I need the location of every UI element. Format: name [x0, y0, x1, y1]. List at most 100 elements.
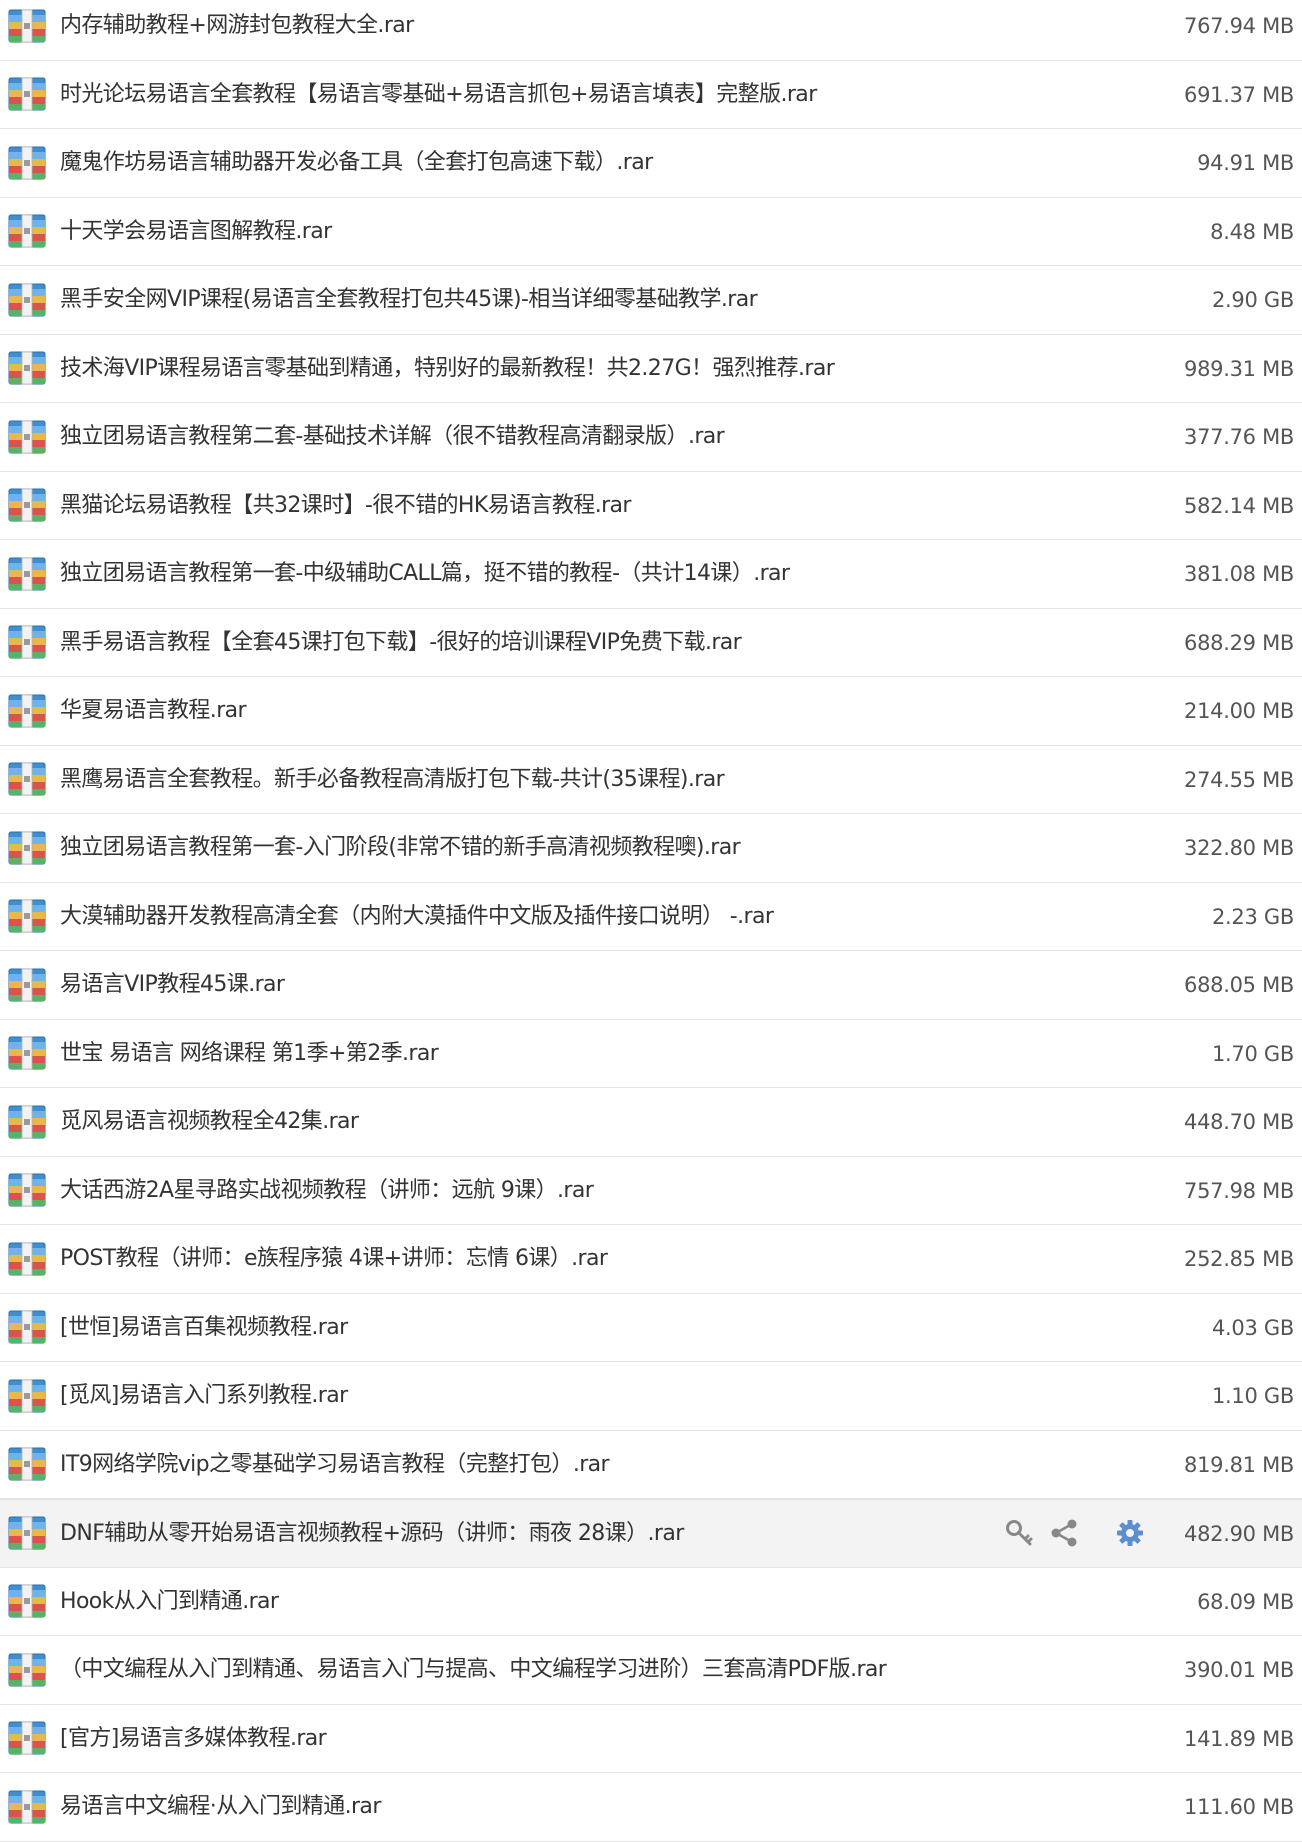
- file-name-link[interactable]: 黑手易语言教程【全套45课打包下载】-很好的培训课程VIP免费下载.rar: [60, 609, 742, 677]
- rar-archive-icon: [8, 9, 46, 43]
- rar-archive-icon: [8, 283, 46, 317]
- file-name-link[interactable]: 觅风易语言视频教程全42集.rar: [60, 1088, 359, 1156]
- rar-archive-icon: [8, 214, 46, 248]
- file-size: 582.14 MB: [1184, 493, 1294, 518]
- file-name-link[interactable]: 世宝 易语言 网络课程 第1季+第2季.rar: [60, 1020, 439, 1088]
- file-row[interactable]: 技术海VIP课程易语言零基础到精通，特别好的最新教程！共2.27G！强烈推荐.r…: [0, 335, 1302, 403]
- file-name-link[interactable]: 黑鹰易语言全套教程。新手必备教程高清版打包下载-共计(35课程).rar: [60, 746, 725, 814]
- file-size: 688.29 MB: [1184, 630, 1294, 655]
- file-name-link[interactable]: IT9网络学院vip之零基础学习易语言教程（完整打包）.rar: [60, 1431, 610, 1499]
- file-size: 141.89 MB: [1184, 1726, 1294, 1751]
- file-size: 757.98 MB: [1184, 1178, 1294, 1203]
- rar-archive-icon: [8, 1447, 46, 1481]
- file-size: 381.08 MB: [1184, 562, 1294, 586]
- file-row[interactable]: 黑猫论坛易语教程【共32课时】-很不错的HK易语言教程.rar 582.14 MB: [0, 472, 1302, 540]
- file-name-link[interactable]: [世恒]易语言百集视频教程.rar: [60, 1294, 348, 1362]
- file-row[interactable]: 易语言中文编程·从入门到精通.rar 111.60 MB: [0, 1773, 1302, 1842]
- rar-archive-icon: [8, 1516, 46, 1550]
- rar-archive-icon: [8, 1310, 46, 1344]
- file-name-link[interactable]: Hook从入门到精通.rar: [60, 1568, 279, 1636]
- rar-archive-icon: [8, 1653, 46, 1687]
- file-name-link[interactable]: 独立团易语言教程第二套-基础技术详解（很不错教程高清翻录版）.rar: [60, 403, 725, 471]
- file-row[interactable]: 易语言VIP教程45课.rar 688.05 MB: [0, 951, 1302, 1020]
- file-name-link[interactable]: 魔鬼作坊易语言辅助器开发必备工具（全套打包高速下载）.rar: [60, 129, 653, 197]
- rar-archive-icon: [8, 557, 46, 591]
- file-size: 688.05 MB: [1184, 973, 1294, 997]
- rar-archive-icon: [8, 1036, 46, 1070]
- rar-archive-icon: [8, 420, 46, 454]
- file-row[interactable]: 独立团易语言教程第一套-入门阶段(非常不错的新手高清视频教程噢).rar 322.…: [0, 814, 1302, 883]
- rar-archive-icon: [8, 1790, 46, 1824]
- file-row[interactable]: [觅风]易语言入门系列教程.rar 1.10 GB: [0, 1362, 1302, 1431]
- file-name-link[interactable]: （中文编程从入门到精通、易语言入门与提高、中文编程学习进阶）三套高清PDF版.r…: [60, 1636, 887, 1704]
- file-name-link[interactable]: 十天学会易语言图解教程.rar: [60, 198, 332, 266]
- file-row[interactable]: 独立团易语言教程第二套-基础技术详解（很不错教程高清翻录版）.rar 377.76…: [0, 403, 1302, 472]
- file-name-link[interactable]: 易语言中文编程·从入门到精通.rar: [60, 1773, 381, 1841]
- rar-archive-icon: [8, 899, 46, 933]
- file-name-link[interactable]: [官方]易语言多媒体教程.rar: [60, 1705, 327, 1773]
- file-row[interactable]: POST教程（讲师：e族程序猿 4课+讲师：忘情 6课）.rar 252.85 M…: [0, 1225, 1302, 1294]
- file-row[interactable]: 大话西游2A星寻路实战视频教程（讲师：远航 9课）.rar 757.98 MB: [0, 1157, 1302, 1225]
- file-row[interactable]: 魔鬼作坊易语言辅助器开发必备工具（全套打包高速下载）.rar 94.91 MB: [0, 129, 1302, 198]
- file-name-link[interactable]: 华夏易语言教程.rar: [60, 677, 247, 745]
- file-name-link[interactable]: [觅风]易语言入门系列教程.rar: [60, 1362, 348, 1430]
- file-row[interactable]: 内存辅助教程+网游封包教程大全.rar 767.94 MB: [0, 0, 1302, 61]
- key-icon[interactable]: [1003, 1516, 1037, 1550]
- rar-archive-icon: [8, 146, 46, 180]
- file-size: 322.80 MB: [1184, 836, 1294, 860]
- file-list: 内存辅助教程+网游封包教程大全.rar 767.94 MB 时光论坛易语言全套教程【…: [0, 0, 1302, 1842]
- file-size: 2.90 GB: [1211, 288, 1294, 312]
- file-name-link[interactable]: DNF辅助从零开始易语言视频教程+源码（讲师：雨夜 28课）.rar: [60, 1500, 684, 1567]
- file-name-link[interactable]: POST教程（讲师：e族程序猿 4课+讲师：忘情 6课）.rar: [60, 1225, 608, 1293]
- file-size: 377.76 MB: [1184, 425, 1294, 449]
- file-size: 2.23 GB: [1211, 904, 1294, 929]
- file-name-link[interactable]: 技术海VIP课程易语言零基础到精通，特别好的最新教程！共2.27G！强烈推荐.r…: [60, 335, 835, 403]
- rar-archive-icon: [8, 488, 46, 522]
- file-row[interactable]: 觅风易语言视频教程全42集.rar 448.70 MB: [0, 1088, 1302, 1157]
- file-row[interactable]: 独立团易语言教程第一套-中级辅助CALL篇，挺不错的教程-（共计14课）.rar…: [0, 540, 1302, 609]
- file-row[interactable]: 黑手易语言教程【全套45课打包下载】-很好的培训课程VIP免费下载.rar 688…: [0, 609, 1302, 677]
- share-icon[interactable]: [1047, 1516, 1081, 1550]
- file-name-link[interactable]: 黑猫论坛易语教程【共32课时】-很不错的HK易语言教程.rar: [60, 472, 631, 540]
- rar-archive-icon: [8, 1242, 46, 1276]
- rar-archive-icon: [8, 1173, 46, 1207]
- file-name-link[interactable]: 内存辅助教程+网游封包教程大全.rar: [60, 0, 414, 60]
- file-size: 691.37 MB: [1184, 82, 1294, 107]
- file-name-link[interactable]: 独立团易语言教程第一套-入门阶段(非常不错的新手高清视频教程噢).rar: [60, 814, 741, 882]
- file-size: 482.90 MB: [1184, 1522, 1294, 1546]
- file-size: 8.48 MB: [1210, 219, 1294, 244]
- file-row[interactable]: （中文编程从入门到精通、易语言入门与提高、中文编程学习进阶）三套高清PDF版.r…: [0, 1636, 1302, 1705]
- file-row[interactable]: [官方]易语言多媒体教程.rar 141.89 MB: [0, 1705, 1302, 1773]
- file-name-link[interactable]: 易语言VIP教程45课.rar: [60, 951, 285, 1019]
- file-size: 390.01 MB: [1184, 1658, 1294, 1682]
- row-actions: [1003, 1516, 1163, 1550]
- file-row[interactable]: [世恒]易语言百集视频教程.rar 4.03 GB: [0, 1294, 1302, 1362]
- file-size: 274.55 MB: [1184, 767, 1294, 792]
- rar-archive-icon: [8, 1721, 46, 1755]
- file-size: 68.09 MB: [1197, 1589, 1294, 1614]
- file-name-link[interactable]: 大话西游2A星寻路实战视频教程（讲师：远航 9课）.rar: [60, 1157, 594, 1225]
- file-size: 1.70 GB: [1211, 1041, 1294, 1066]
- file-row[interactable]: 大漠辅助器开发教程高清全套（内附大漠插件中文版及插件接口说明） -.rar 2.2…: [0, 883, 1302, 951]
- rar-archive-icon: [8, 1379, 46, 1413]
- file-size: 1.10 GB: [1211, 1384, 1294, 1408]
- file-row[interactable]: IT9网络学院vip之零基础学习易语言教程（完整打包）.rar 819.81 MB: [0, 1431, 1302, 1499]
- rar-archive-icon: [8, 831, 46, 865]
- file-row[interactable]: 世宝 易语言 网络课程 第1季+第2季.rar 1.70 GB: [0, 1020, 1302, 1088]
- file-size: 94.91 MB: [1197, 151, 1294, 175]
- file-row[interactable]: 黑鹰易语言全套教程。新手必备教程高清版打包下载-共计(35课程).rar 274.…: [0, 746, 1302, 814]
- file-row[interactable]: 时光论坛易语言全套教程【易语言零基础+易语言抓包+易语言填表】完整版.rar 69…: [0, 61, 1302, 129]
- rar-archive-icon: [8, 77, 46, 111]
- file-name-link[interactable]: 时光论坛易语言全套教程【易语言零基础+易语言抓包+易语言填表】完整版.rar: [60, 61, 817, 129]
- rar-archive-icon: [8, 694, 46, 728]
- file-size: 111.60 MB: [1184, 1795, 1294, 1819]
- file-name-link[interactable]: 黑手安全网VIP课程(易语言全套教程打包共45课)-相当详细零基础教学.rar: [60, 266, 758, 334]
- file-row[interactable]: 黑手安全网VIP课程(易语言全套教程打包共45课)-相当详细零基础教学.rar 2…: [0, 266, 1302, 335]
- file-name-link[interactable]: 独立团易语言教程第一套-中级辅助CALL篇，挺不错的教程-（共计14课）.rar: [60, 540, 790, 608]
- file-row[interactable]: DNF辅助从零开始易语言视频教程+源码（讲师：雨夜 28课）.rar 482.90…: [0, 1499, 1302, 1568]
- file-name-link[interactable]: 大漠辅助器开发教程高清全套（内附大漠插件中文版及插件接口说明） -.rar: [60, 883, 774, 951]
- file-row[interactable]: 十天学会易语言图解教程.rar 8.48 MB: [0, 198, 1302, 266]
- gear-icon[interactable]: [1113, 1516, 1147, 1550]
- file-row[interactable]: 华夏易语言教程.rar 214.00 MB: [0, 677, 1302, 746]
- file-row[interactable]: Hook从入门到精通.rar 68.09 MB: [0, 1568, 1302, 1636]
